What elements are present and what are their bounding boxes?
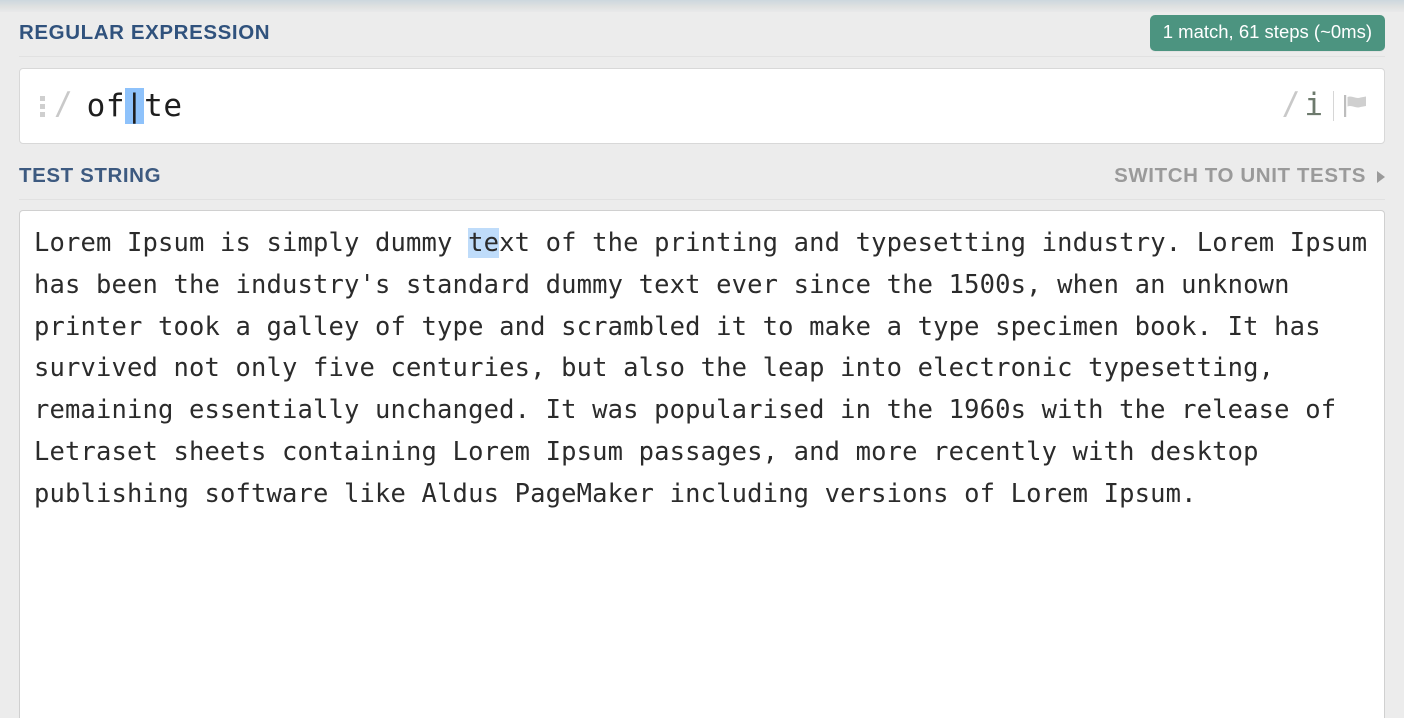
test-string-section-title: TEST STRING: [19, 164, 162, 187]
regex-header-divider: [19, 56, 1385, 57]
test-string-header-divider: [19, 199, 1385, 200]
switch-to-unit-tests-button[interactable]: SWITCH TO UNIT TESTS: [1114, 164, 1385, 188]
test-string-content[interactable]: Lorem Ipsum is simply dummy text of the …: [20, 211, 1384, 516]
flag-icon[interactable]: [1340, 91, 1370, 121]
regex-pattern-before-cursor: of: [86, 87, 125, 124]
test-string-text-before-match: Lorem Ipsum is simply dummy: [34, 228, 469, 258]
regex-section-header: REGULAR EXPRESSION 1 match, 61 steps (~0…: [0, 12, 1404, 54]
regex-section-title: REGULAR EXPRESSION: [19, 21, 271, 44]
regex-input-field[interactable]: / of|te / i: [19, 68, 1385, 144]
regex-close-delimiter: /: [1281, 86, 1301, 122]
flags-divider: [1333, 91, 1334, 121]
match-status-badge: 1 match, 61 steps (~0ms): [1149, 15, 1385, 51]
chevron-right-icon: [1377, 170, 1385, 183]
regex-pattern-text[interactable]: of|te: [86, 87, 183, 124]
regex-input-left-group: / of|te: [36, 86, 1282, 124]
test-string-text-after-match: xt of the printing and typesetting indus…: [34, 228, 1383, 509]
test-string-match-highlight: te: [468, 228, 500, 258]
test-string-editor[interactable]: Lorem Ipsum is simply dummy text of the …: [19, 210, 1385, 718]
regex-flags-group: / i: [1282, 89, 1370, 123]
test-string-section-header: TEST STRING SWITCH TO UNIT TESTS: [0, 155, 1404, 197]
top-gradient-strip: [0, 0, 1404, 12]
regex-open-delimiter: /: [54, 86, 73, 122]
regex-pattern-selected-char: |: [125, 87, 145, 124]
regex-tester-page: REGULAR EXPRESSION 1 match, 61 steps (~0…: [0, 0, 1404, 718]
regex-flags-value[interactable]: i: [1304, 89, 1323, 123]
regex-pattern-after-cursor: te: [144, 87, 183, 124]
drag-handle-icon[interactable]: [36, 95, 48, 117]
switch-to-unit-tests-label: SWITCH TO UNIT TESTS: [1114, 164, 1366, 187]
